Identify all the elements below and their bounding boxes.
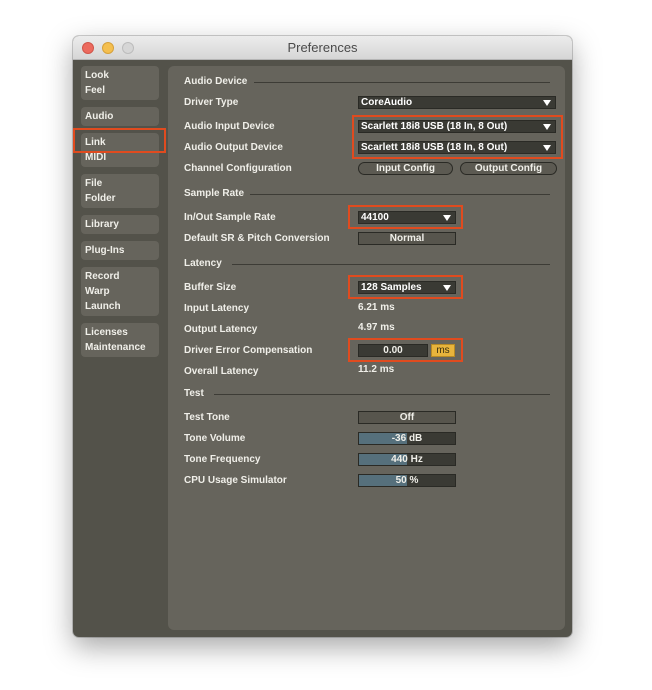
driver-error-compensation-label: Driver Error Compensation: [184, 345, 313, 356]
sidebar-item-label: Feel: [85, 85, 106, 96]
sidebar-item-record-warp-launch[interactable]: Record Warp Launch: [81, 267, 159, 316]
sidebar-item-look-feel[interactable]: Look Feel: [81, 66, 159, 100]
cpu-usage-simulator-label: CPU Usage Simulator: [184, 475, 287, 486]
overall-latency-value: 11.2 ms: [358, 364, 395, 375]
section-divider: [214, 394, 550, 395]
driver-compensation-highlight: [348, 338, 463, 362]
section-title-latency: Latency: [184, 258, 222, 269]
audio-input-device-label: Audio Input Device: [184, 121, 275, 132]
output-latency-label: Output Latency: [184, 324, 258, 335]
tone-frequency-slider[interactable]: 440 Hz: [358, 453, 456, 466]
output-config-button[interactable]: Output Config: [460, 162, 557, 175]
preferences-window: Preferences Look Feel Audio Link MIDI Fi…: [73, 36, 572, 637]
driver-type-dropdown[interactable]: CoreAudio: [358, 96, 556, 109]
sidebar-item-label: File: [85, 178, 103, 189]
sidebar-item-label: Plug-Ins: [85, 245, 125, 256]
title-bar: Preferences: [73, 36, 572, 60]
sample-rate-highlight: [348, 205, 463, 229]
sidebar-item-plug-ins[interactable]: Plug-Ins: [81, 241, 159, 260]
input-latency-label: Input Latency: [184, 303, 250, 314]
input-config-button[interactable]: Input Config: [358, 162, 453, 175]
sidebar-item-file-folder[interactable]: File Folder: [81, 174, 159, 208]
sidebar-item-label: Folder: [85, 193, 116, 204]
audio-output-device-label: Audio Output Device: [184, 142, 283, 153]
dropdown-arrow-icon: [543, 100, 551, 106]
window-title: Preferences: [287, 40, 358, 55]
channel-configuration-label: Channel Configuration: [184, 163, 292, 174]
sidebar-item-label: Record: [85, 271, 120, 282]
sr-pitch-conversion-selector[interactable]: Normal: [358, 232, 456, 245]
overall-latency-label: Overall Latency: [184, 366, 259, 377]
audio-settings-panel: Audio Device Driver Type CoreAudio Audio…: [168, 66, 565, 630]
sidebar-item-label: Warp: [85, 286, 110, 297]
cpu-usage-simulator-slider[interactable]: 50 %: [358, 474, 456, 487]
sidebar-item-audio[interactable]: Audio: [81, 107, 159, 126]
sr-pitch-conversion-label: Default SR & Pitch Conversion: [184, 233, 330, 244]
buffer-size-label: Buffer Size: [184, 282, 237, 293]
tone-volume-value: -36 dB: [391, 433, 423, 444]
tone-volume-slider[interactable]: -36 dB: [358, 432, 456, 445]
section-title-sample-rate: Sample Rate: [184, 188, 245, 199]
driver-type-value: CoreAudio: [361, 97, 413, 108]
audio-selection-highlight: [73, 128, 166, 153]
tone-frequency-label: Tone Frequency: [184, 454, 261, 465]
output-latency-value: 4.97 ms: [358, 322, 395, 333]
sidebar-item-label: Library: [85, 219, 119, 230]
sample-rate-label: In/Out Sample Rate: [184, 212, 276, 223]
test-tone-toggle[interactable]: Off: [358, 411, 456, 424]
tone-volume-label: Tone Volume: [184, 433, 246, 444]
sidebar-item-label: Launch: [85, 301, 121, 312]
section-title-test: Test: [184, 388, 204, 399]
input-latency-value: 6.21 ms: [358, 302, 395, 313]
section-divider: [250, 194, 550, 195]
buffer-size-highlight: [348, 275, 463, 299]
section-divider: [232, 264, 550, 265]
test-tone-label: Test Tone: [184, 412, 230, 423]
sidebar-item-label: Audio: [85, 111, 114, 122]
driver-type-label: Driver Type: [184, 97, 239, 108]
section-title-audio-device: Audio Device: [184, 76, 248, 87]
sidebar-item-label: Look: [85, 70, 109, 81]
device-selection-highlight: [352, 115, 563, 159]
cpu-usage-value: 50 %: [395, 475, 419, 486]
sidebar-item-licenses-maintenance[interactable]: Licenses Maintenance: [81, 323, 159, 357]
sidebar-item-label: Licenses: [85, 327, 128, 338]
section-divider: [254, 82, 550, 83]
sidebar-item-library[interactable]: Library: [81, 215, 159, 234]
sidebar-item-label: Maintenance: [85, 342, 146, 353]
tone-frequency-value: 440 Hz: [391, 454, 423, 465]
